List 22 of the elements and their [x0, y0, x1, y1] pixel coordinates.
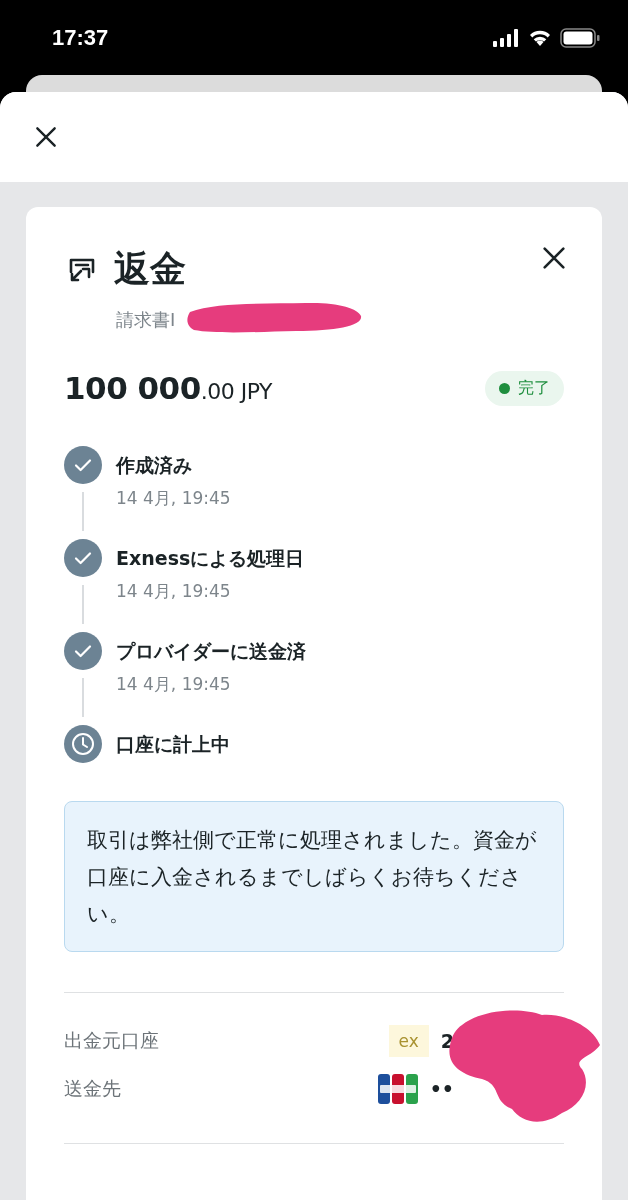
step-time: 14 4月, 19:45 — [116, 487, 232, 510]
card-number: •• — [429, 1078, 454, 1100]
clock-time: 17:37 — [52, 24, 109, 51]
step-title: Exnessによる処理日 — [116, 546, 306, 571]
step-time: 14 4月, 19:45 — [116, 580, 232, 603]
step-time: 14 4月, 19:45 — [116, 673, 232, 696]
signal-icon — [492, 27, 520, 48]
page-title: 返金 — [114, 247, 187, 291]
battery-icon — [560, 27, 600, 48]
step-title: 口座に計上中 — [116, 732, 231, 757]
detail-label: 送金先 — [64, 1076, 121, 1101]
step-title: 作成済み — [116, 453, 193, 478]
wifi-icon — [528, 28, 552, 47]
detail-label: 出金元口座 — [64, 1028, 159, 1053]
account-badge: ex — [388, 1025, 429, 1057]
invoice-id: 請求書I — [116, 309, 176, 330]
info-message: 取引は弊社側で正常に処理されました。資金が口座に入金されるまでしばらくお待ちください。 — [64, 801, 564, 952]
close-icon[interactable] — [33, 124, 59, 150]
amount: 100 000.00 JPY — [64, 370, 272, 406]
status-badge: 完了 — [485, 370, 564, 406]
step-title: プロバイダーに送金済 — [116, 639, 307, 664]
card-brand-icon — [377, 1074, 418, 1104]
